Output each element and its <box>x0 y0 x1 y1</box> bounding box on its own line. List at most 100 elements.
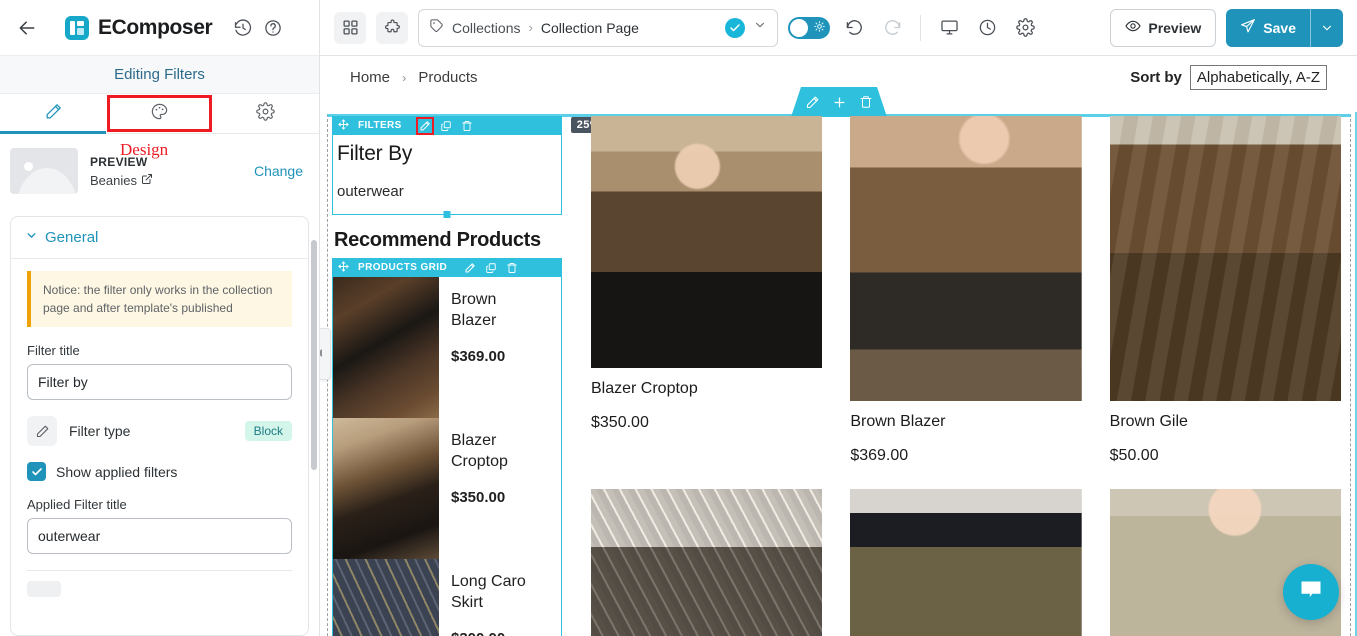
product-thumbnail <box>333 559 439 636</box>
breadcrumb-current: Collection Page <box>540 19 639 36</box>
tab-settings[interactable] <box>213 94 319 133</box>
preview-value: Beanies <box>90 172 137 188</box>
product-card[interactable] <box>850 489 1082 636</box>
canvas-breadcrumb-current: Products <box>418 68 478 86</box>
product-name: Brown Gile <box>1109 413 1188 430</box>
show-applied-filters-row[interactable]: Show applied filters <box>27 462 292 481</box>
sidebar-header-icons <box>234 18 282 37</box>
chevron-down-icon[interactable] <box>753 18 767 37</box>
save-dropdown-button[interactable] <box>1310 8 1343 47</box>
applied-filter-title-input[interactable] <box>27 518 292 554</box>
clock-icon[interactable] <box>973 14 1001 42</box>
product-image <box>1109 116 1341 401</box>
list-item[interactable]: Brown Blazer $369.00 <box>333 277 561 418</box>
palette-icon <box>150 102 169 126</box>
gear-icon <box>256 101 276 126</box>
sort-by-label: Sort by <box>1130 68 1182 86</box>
product-card[interactable]: Brown Gile $50.00 <box>1109 116 1341 465</box>
copy-icon[interactable] <box>485 262 497 274</box>
save-button-main[interactable]: Save <box>1226 18 1310 37</box>
product-price: $50.00 <box>1109 447 1159 464</box>
brand: EComposer <box>64 15 213 41</box>
plus-icon[interactable] <box>832 95 847 110</box>
general-section-header[interactable]: General <box>11 217 308 259</box>
show-applied-filters-checkbox[interactable] <box>27 462 46 481</box>
external-link-icon[interactable] <box>141 173 153 188</box>
recommend-products-list: Brown Blazer $369.00 Blazer Croptop $350… <box>332 277 562 636</box>
product-image <box>850 116 1082 401</box>
canvas-breadcrumb-separator: › <box>402 70 407 85</box>
sidebar-header: EComposer <box>0 0 319 56</box>
product-name: Blazer Croptop <box>451 432 508 471</box>
filters-block-body: Filter By outerwear <box>332 135 562 218</box>
sidebar-scrollbar[interactable] <box>311 240 317 470</box>
resize-handle[interactable] <box>443 211 451 218</box>
product-thumbnail <box>333 418 439 559</box>
filter-type-badge[interactable]: Block <box>244 421 292 441</box>
filters-block-title: FILTERS <box>358 120 402 131</box>
change-preview-link[interactable]: Change <box>254 163 303 179</box>
product-image <box>850 489 1082 636</box>
pencil-icon[interactable] <box>805 95 820 110</box>
move-icon[interactable] <box>338 118 349 133</box>
redo-icon[interactable] <box>878 14 906 42</box>
design-annotation-label: Design <box>120 140 169 159</box>
canvas-inner: Home › Products Sort by Alphabetically, … <box>320 56 1357 636</box>
puzzle-icon[interactable] <box>376 11 408 44</box>
filter-title-label: Filter title <box>27 343 80 358</box>
breadcrumb-separator: › <box>528 20 533 35</box>
trash-icon[interactable] <box>506 262 518 274</box>
brand-name: EComposer <box>98 15 213 39</box>
breadcrumb-root[interactable]: Collections <box>452 20 520 36</box>
history-icon[interactable] <box>234 18 252 37</box>
pencil-icon[interactable] <box>464 262 476 274</box>
preview-thumbnail <box>10 148 78 194</box>
applied-filter-title-label: Applied Filter title <box>27 497 127 512</box>
product-name: Long Caro Skirt <box>451 573 526 612</box>
filter-type-label: Filter type <box>69 423 131 439</box>
help-circle-icon[interactable] <box>264 19 282 37</box>
grid-apps-icon[interactable] <box>334 11 366 44</box>
theme-toggle[interactable] <box>788 16 830 39</box>
products-grid-block-title: PRODUCTS GRID <box>358 262 448 273</box>
show-applied-filters-label: Show applied filters <box>56 463 178 480</box>
product-price: $350.00 <box>451 488 506 506</box>
filter-type-row[interactable]: Filter type Block <box>27 416 292 446</box>
tab-content[interactable] <box>0 94 107 134</box>
product-info: Blazer Croptop $350.00 <box>451 418 537 559</box>
list-item[interactable]: Blazer Croptop $350.00 <box>333 418 561 559</box>
settings-gear-icon[interactable] <box>1011 14 1039 42</box>
toolbar-divider <box>920 14 921 41</box>
save-button[interactable]: Save <box>1226 8 1343 47</box>
tab-design[interactable] <box>106 94 212 133</box>
canvas-breadcrumb-home[interactable]: Home <box>350 69 390 86</box>
section-divider <box>27 570 292 571</box>
product-info: Long Caro Skirt $300.00 <box>451 559 537 636</box>
preview-button-label: Preview <box>1148 19 1202 36</box>
product-card[interactable] <box>591 489 823 636</box>
chat-widget-button[interactable] <box>1283 564 1339 620</box>
filter-title-input[interactable] <box>27 364 292 400</box>
sort-by-select[interactable]: Alphabetically, A-Z <box>1189 64 1327 90</box>
filter-by-heading: Filter By <box>337 142 413 165</box>
general-section: General Notice: the filter only works in… <box>10 216 309 636</box>
undo-icon[interactable] <box>840 14 868 42</box>
breadcrumb-selector[interactable]: Collections › Collection Page <box>418 8 778 47</box>
pencil-icon[interactable] <box>415 116 434 135</box>
product-card[interactable]: Brown Blazer $369.00 <box>850 116 1082 465</box>
applied-filter-value: outerwear <box>337 183 404 200</box>
product-card[interactable]: Blazer Croptop $350.00 <box>591 116 823 465</box>
products-grid-block-toolbar: PRODUCTS GRID <box>332 258 562 277</box>
move-icon[interactable] <box>338 260 349 275</box>
product-info: Brown Blazer $369.00 <box>451 277 537 418</box>
back-arrow-icon[interactable] <box>14 15 40 41</box>
trash-icon[interactable] <box>859 95 873 109</box>
copy-icon[interactable] <box>440 120 452 132</box>
sidebar-collapse-handle[interactable] <box>320 328 331 380</box>
list-item[interactable]: Long Caro Skirt $300.00 <box>333 559 561 636</box>
preview-value-row[interactable]: Beanies <box>90 173 242 188</box>
sun-icon <box>814 20 825 35</box>
monitor-icon[interactable] <box>935 14 963 42</box>
trash-icon[interactable] <box>461 120 473 132</box>
preview-button[interactable]: Preview <box>1110 8 1217 47</box>
